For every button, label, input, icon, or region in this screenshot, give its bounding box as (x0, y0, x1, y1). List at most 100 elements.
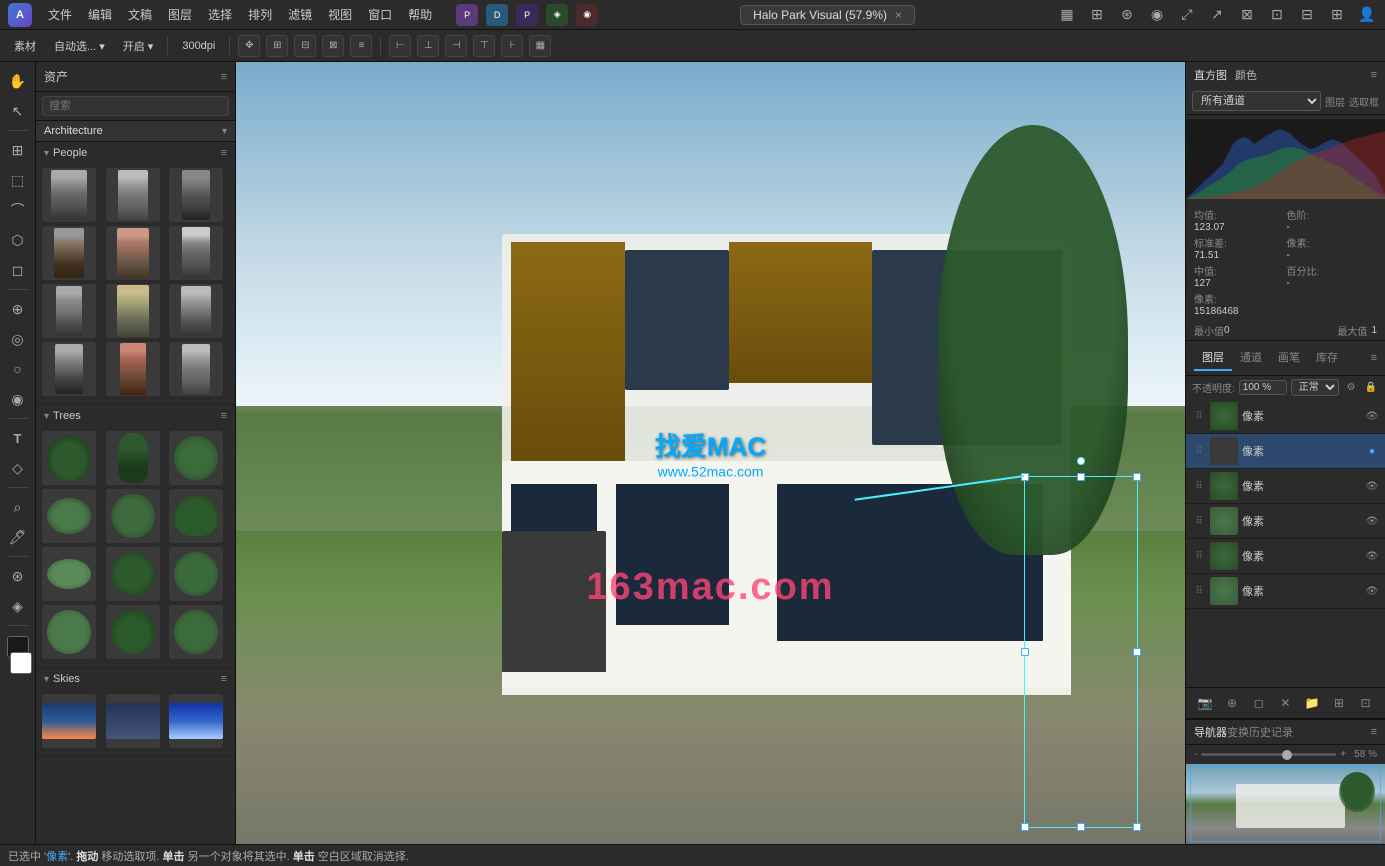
navigator-preview[interactable] (1186, 764, 1385, 844)
assets-panel-menu[interactable]: ≡ (221, 71, 227, 83)
tab-navigator[interactable]: 导航器 (1194, 724, 1227, 740)
tab-channels[interactable]: 通道 (1232, 345, 1270, 371)
share-icon[interactable]: ↗ (1207, 5, 1227, 25)
list-item[interactable] (106, 284, 160, 338)
list-item[interactable] (169, 694, 223, 748)
list-item[interactable] (169, 547, 223, 601)
histogram-tab-selection[interactable]: 选取框 (1349, 94, 1379, 109)
menu-item-view[interactable]: 视图 (328, 6, 352, 23)
list-item[interactable] (169, 168, 223, 222)
toolbar-align-left[interactable]: ⊢ (389, 35, 411, 57)
category-selector[interactable]: Architecture ▾ (36, 121, 235, 142)
fill-bucket-tool[interactable]: ⊛ (5, 563, 31, 589)
people-section-menu[interactable]: ≡ (221, 147, 227, 159)
layer-lock-icon[interactable]: 🔒 (1363, 380, 1379, 396)
layer-row[interactable]: ⠿ 像素 👁 (1186, 539, 1385, 574)
list-item[interactable] (106, 605, 160, 659)
search-input[interactable] (42, 96, 229, 116)
layer-visibility-icon[interactable]: 👁 (1365, 549, 1379, 563)
list-item[interactable] (169, 342, 223, 396)
list-item[interactable] (42, 547, 96, 601)
heal-tool[interactable]: ⊕ (5, 296, 31, 322)
list-item[interactable] (106, 168, 160, 222)
eyedropper-tool[interactable]: 🖊 (5, 524, 31, 550)
histogram-tab-layers[interactable]: 图层 (1325, 94, 1345, 109)
zoom-tool[interactable]: ⌕ (5, 494, 31, 520)
app-switcher-photo[interactable]: P (456, 4, 478, 26)
layer-visibility-icon[interactable]: ● (1365, 444, 1379, 458)
clone-icon[interactable]: ⊡ (1267, 5, 1287, 25)
add-pixel-layer-button[interactable]: 📷 (1194, 692, 1216, 714)
background-color[interactable] (10, 652, 32, 674)
layer-row[interactable]: ⠿ 像素 👁 (1186, 574, 1385, 609)
tab-history[interactable]: 历史记录 (1249, 724, 1293, 740)
paint-brush-tool[interactable]: ⬡ (5, 227, 31, 253)
list-item[interactable] (169, 226, 223, 280)
channel-select[interactable]: 所有通道 (1192, 91, 1321, 111)
menu-item-edit[interactable]: 编辑 (88, 6, 112, 23)
tab-library[interactable]: 库存 (1308, 345, 1346, 371)
toolbar-align-right[interactable]: ⊣ (445, 35, 467, 57)
zoom-plus-button[interactable]: + (1340, 749, 1346, 760)
add-adjustment-button[interactable]: ⊕ (1221, 692, 1243, 714)
zoom-minus-button[interactable]: - (1194, 749, 1197, 760)
toolbar-transform-btn[interactable]: ⊞ (266, 35, 288, 57)
layer-visibility-icon[interactable]: 👁 (1365, 409, 1379, 423)
tab-brushes[interactable]: 画笔 (1270, 345, 1308, 371)
opacity-input[interactable] (1239, 380, 1287, 395)
layer-row[interactable]: ⠿ 像素 ● (1186, 434, 1385, 469)
layers-icon[interactable]: ⊞ (1087, 5, 1107, 25)
mask-layer-button[interactable]: ◻ (1248, 692, 1270, 714)
toolbar-grid-btn[interactable]: ⊟ (294, 35, 316, 57)
app-switcher-designer[interactable]: D (486, 4, 508, 26)
shape-tool[interactable]: ◇ (5, 455, 31, 481)
gradient-tool[interactable]: ◈ (5, 593, 31, 619)
close-tab-button[interactable]: × (895, 8, 902, 22)
list-item[interactable] (42, 168, 96, 222)
clone-stamp-tool[interactable]: ◎ (5, 326, 31, 352)
toolbar-move-btn[interactable]: ✥ (238, 35, 260, 57)
layer-gear-icon[interactable]: ⚙ (1343, 380, 1359, 396)
menu-item-arrange[interactable]: 排列 (248, 6, 272, 23)
layer-row[interactable]: ⠿ 像素 👁 (1186, 504, 1385, 539)
toolbar-distribute[interactable]: ⊦ (501, 35, 523, 57)
arrange-icon[interactable]: ⊠ (1237, 5, 1257, 25)
list-item[interactable] (169, 431, 223, 485)
toolbar-snap-btn[interactable]: ⊠ (322, 35, 344, 57)
people-section-header[interactable]: ▾ People ≡ (36, 142, 235, 164)
list-item[interactable] (106, 547, 160, 601)
list-item[interactable] (169, 284, 223, 338)
delete-layer-button[interactable]: ✕ (1274, 692, 1296, 714)
list-item[interactable] (106, 226, 160, 280)
select-rect-tool[interactable]: ⬚ (5, 167, 31, 193)
pointer-tool[interactable]: ↖ (5, 98, 31, 124)
canvas-area[interactable]: 找爱MAC www.52mac.com 163mac.com (236, 62, 1185, 844)
menu-item-layer[interactable]: 图层 (168, 6, 192, 23)
layer-visibility-icon[interactable]: 👁 (1365, 584, 1379, 598)
menu-item-document[interactable]: 文稿 (128, 6, 152, 23)
toolbar-chart1[interactable]: ▦ (529, 35, 551, 57)
toolbar-auto-select[interactable]: 自动选... ▾ (48, 36, 111, 56)
skies-section-header[interactable]: ▾ Skies ≡ (36, 668, 235, 690)
eraser-tool[interactable]: ◻ (5, 257, 31, 283)
export-icon[interactable]: ⊞ (1327, 5, 1347, 25)
list-item[interactable] (106, 342, 160, 396)
app-switcher-5[interactable]: ◉ (576, 4, 598, 26)
add-folder-button[interactable]: 📁 (1301, 692, 1323, 714)
menu-item-file[interactable]: 文件 (48, 6, 72, 23)
select-lasso-tool[interactable]: ⌒ (5, 197, 31, 223)
list-item[interactable] (42, 694, 96, 748)
layer-visibility-icon[interactable]: 👁 (1365, 514, 1379, 528)
toolbar-align-btn[interactable]: ≡ (350, 35, 372, 57)
list-item[interactable] (42, 284, 96, 338)
zoom-slider[interactable] (1201, 753, 1336, 756)
crop-tool[interactable]: ⊞ (5, 137, 31, 163)
zoom-fit-icon[interactable]: ⤢ (1177, 5, 1197, 25)
skies-section-menu[interactable]: ≡ (221, 673, 227, 685)
list-item[interactable] (42, 431, 96, 485)
trees-section-menu[interactable]: ≡ (221, 410, 227, 422)
blur-tool[interactable]: ◉ (5, 386, 31, 412)
effects-icon[interactable]: ◉ (1147, 5, 1167, 25)
list-item[interactable] (42, 489, 96, 543)
menu-item-help[interactable]: 帮助 (408, 6, 432, 23)
